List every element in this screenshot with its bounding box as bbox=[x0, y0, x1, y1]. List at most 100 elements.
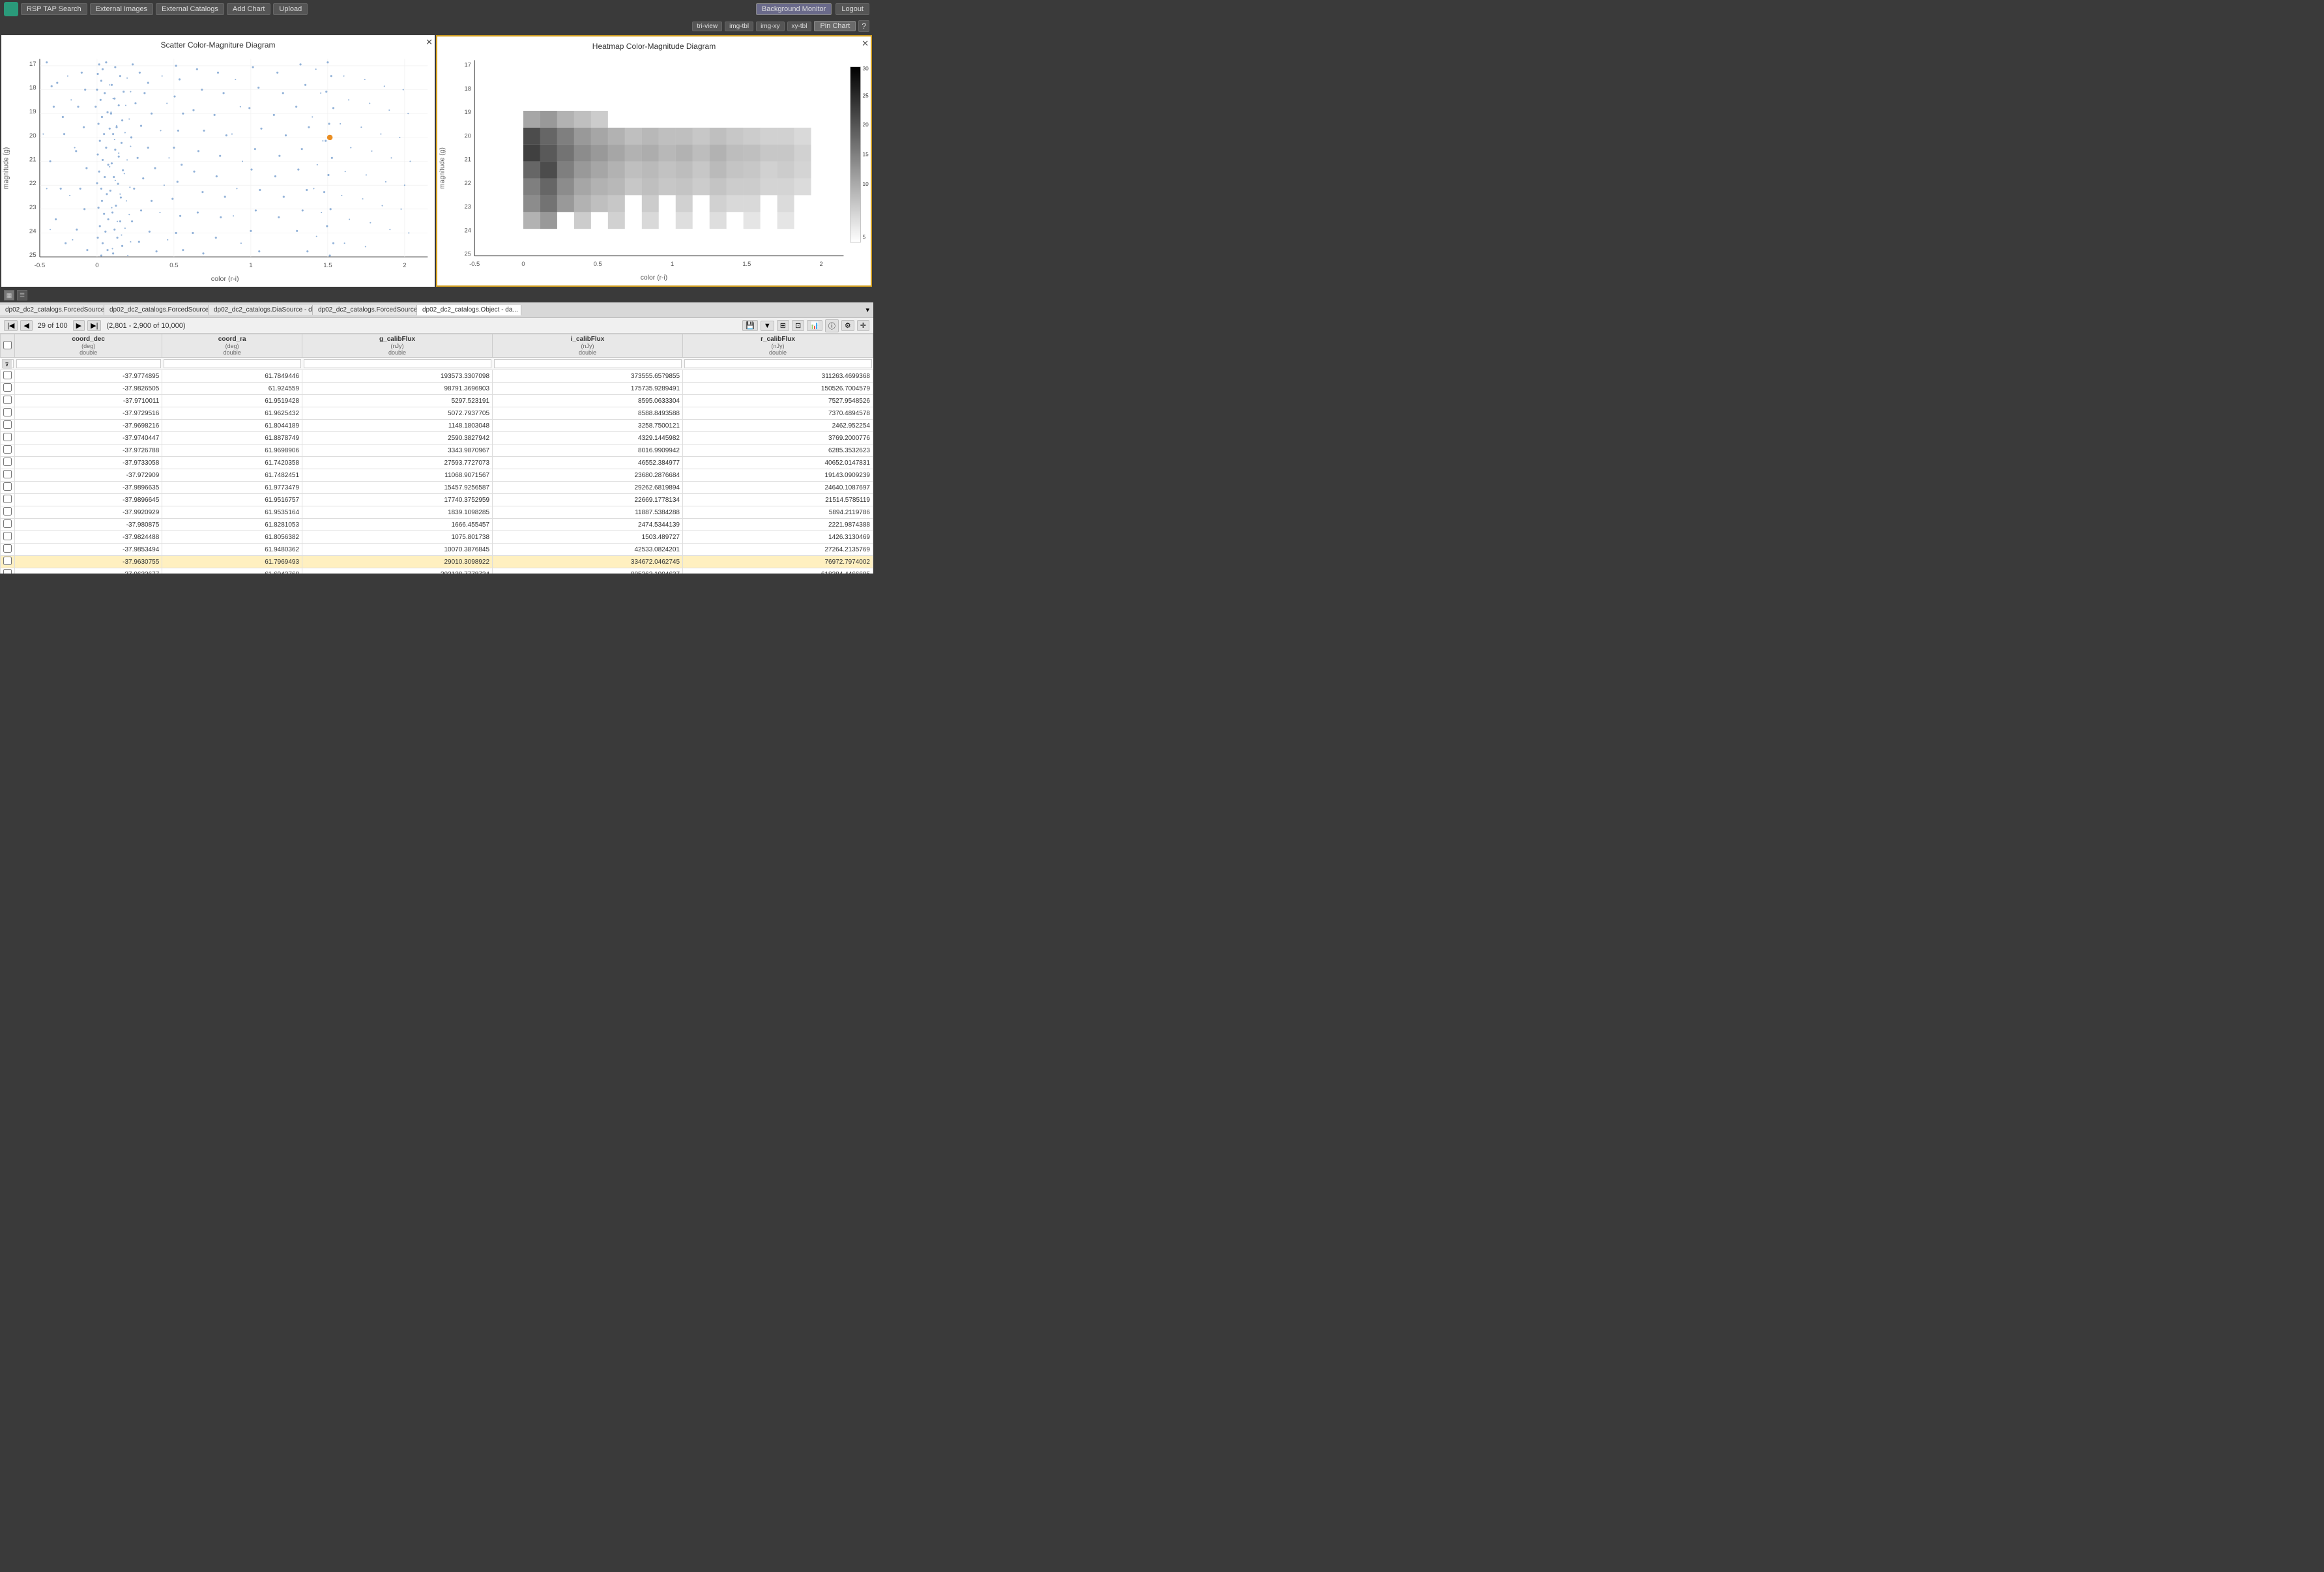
row-checkbox-cell[interactable] bbox=[1, 568, 15, 574]
background-monitor-button[interactable]: Background Monitor bbox=[756, 3, 832, 15]
row-checkbox-cell[interactable] bbox=[1, 506, 15, 519]
rsp-tap-search-button[interactable]: RSP TAP Search bbox=[21, 3, 87, 15]
row-checkbox-cell[interactable] bbox=[1, 457, 15, 469]
row-checkbox[interactable] bbox=[3, 383, 12, 392]
scatter-chart-close[interactable]: ✕ bbox=[426, 37, 433, 48]
svg-text:18: 18 bbox=[29, 85, 36, 92]
i-calibflux-cell: 373555.6579855 bbox=[493, 370, 683, 383]
scatter-chart-svg-wrap: magnitude (g) color (r-i) 17 18 19 20 21… bbox=[1, 52, 435, 284]
first-page-button[interactable]: |◀ bbox=[4, 320, 18, 331]
r-calibflux-cell: 5894.2119786 bbox=[683, 506, 873, 519]
row-checkbox[interactable] bbox=[3, 470, 12, 478]
row-checkbox[interactable] bbox=[3, 544, 12, 553]
logout-button[interactable]: Logout bbox=[835, 3, 869, 15]
row-checkbox[interactable] bbox=[3, 420, 12, 429]
tab-0[interactable]: dp02_dc2_catalogs.ForcedSourceOn... ✕ bbox=[0, 305, 104, 315]
i-calibflux-cell: 42533.0824201 bbox=[493, 544, 683, 556]
external-images-button[interactable]: External Images bbox=[90, 3, 153, 15]
row-checkbox-cell[interactable] bbox=[1, 383, 15, 395]
row-checkbox-cell[interactable] bbox=[1, 420, 15, 432]
r-calibflux-cell: 3769.2000776 bbox=[683, 432, 873, 444]
coord-dec-cell: -37.980875 bbox=[15, 519, 162, 531]
prev-page-button[interactable]: ◀ bbox=[20, 320, 32, 331]
row-checkbox[interactable] bbox=[3, 519, 12, 528]
coord-ra-header[interactable]: coord_ra (deg) double bbox=[162, 334, 302, 358]
row-checkbox-cell[interactable] bbox=[1, 531, 15, 544]
row-checkbox-cell[interactable] bbox=[1, 407, 15, 420]
list-icon[interactable]: ☰ bbox=[17, 290, 27, 300]
coord-ra-cell: 61.7420358 bbox=[162, 457, 302, 469]
last-page-button[interactable]: ▶| bbox=[87, 320, 101, 331]
add-chart-button[interactable]: Add Chart bbox=[227, 3, 271, 15]
row-checkbox[interactable] bbox=[3, 532, 12, 540]
next-page-button[interactable]: ▶ bbox=[73, 320, 85, 331]
img-tbl-button[interactable]: img-tbl bbox=[725, 22, 753, 31]
save-button[interactable]: 💾 bbox=[742, 320, 758, 331]
tab-2[interactable]: dp02_dc2_catalogs.DiaSource - dat... ✕ bbox=[209, 305, 313, 315]
expand-button[interactable]: ⊡ bbox=[792, 320, 804, 331]
info-button[interactable]: ⓘ bbox=[825, 319, 839, 332]
xy-tbl-button[interactable]: xy-tbl bbox=[787, 22, 812, 31]
filter-icon[interactable]: ⊽ bbox=[3, 360, 12, 369]
row-checkbox[interactable] bbox=[3, 569, 12, 574]
g-calibflux-cell: 98791.3696903 bbox=[302, 383, 493, 395]
coord-dec-type: double bbox=[18, 349, 159, 356]
crosshair-button[interactable]: ✛ bbox=[857, 320, 869, 331]
svg-text:30: 30 bbox=[863, 65, 869, 72]
i-calibflux-header[interactable]: i_calibFlux (nJy) double bbox=[493, 334, 683, 358]
external-catalogs-button[interactable]: External Catalogs bbox=[156, 3, 224, 15]
upload-button[interactable]: Upload bbox=[273, 3, 308, 15]
row-checkbox[interactable] bbox=[3, 445, 12, 454]
row-checkbox-cell[interactable] bbox=[1, 544, 15, 556]
tab-0-label: dp02_dc2_catalogs.ForcedSourceOn... bbox=[5, 306, 104, 313]
select-all-checkbox[interactable] bbox=[3, 341, 12, 349]
coord-ra-cell: 61.9519428 bbox=[162, 395, 302, 407]
svg-text:1: 1 bbox=[249, 262, 252, 269]
row-checkbox[interactable] bbox=[3, 482, 12, 491]
heatmap-chart-close[interactable]: ✕ bbox=[862, 38, 869, 49]
icons-row: ▦ ☰ bbox=[0, 288, 873, 302]
img-xy-button[interactable]: img-xy bbox=[756, 22, 784, 31]
row-checkbox-cell[interactable] bbox=[1, 482, 15, 494]
grid-icon[interactable]: ▦ bbox=[4, 290, 14, 300]
row-checkbox-cell[interactable] bbox=[1, 370, 15, 383]
row-checkbox-cell[interactable] bbox=[1, 444, 15, 457]
r-calibflux-label: r_calibFlux bbox=[761, 336, 795, 343]
coord-dec-header[interactable]: coord_dec (deg) double bbox=[15, 334, 162, 358]
row-checkbox[interactable] bbox=[3, 458, 12, 466]
tab-dropdown-button[interactable]: ▾ bbox=[862, 304, 873, 315]
row-checkbox-cell[interactable] bbox=[1, 432, 15, 444]
tab-4[interactable]: dp02_dc2_catalogs.Object - da... ✕ bbox=[417, 305, 521, 315]
svg-text:22: 22 bbox=[29, 180, 36, 187]
svg-text:-0.5: -0.5 bbox=[35, 262, 46, 269]
row-checkbox-cell[interactable] bbox=[1, 494, 15, 506]
row-checkbox-cell[interactable] bbox=[1, 556, 15, 568]
row-checkbox-cell[interactable] bbox=[1, 469, 15, 482]
g-calibflux-unit: (nJy) bbox=[305, 343, 489, 349]
row-checkbox[interactable] bbox=[3, 557, 12, 565]
row-checkbox-cell[interactable] bbox=[1, 395, 15, 407]
chart-button[interactable]: 📊 bbox=[807, 320, 822, 331]
row-checkbox[interactable] bbox=[3, 371, 12, 379]
columns-button[interactable]: ⊞ bbox=[777, 320, 789, 331]
r-calibflux-header[interactable]: r_calibFlux (nJy) double bbox=[683, 334, 873, 358]
pin-chart-button[interactable]: Pin Chart bbox=[814, 21, 856, 31]
row-checkbox[interactable] bbox=[3, 495, 12, 503]
g-calibflux-header[interactable]: g_calibFlux (nJy) double bbox=[302, 334, 493, 358]
svg-text:15: 15 bbox=[863, 151, 869, 157]
tab-1[interactable]: dp02_dc2_catalogs.ForcedSourceOn... ✕ bbox=[104, 305, 209, 315]
settings-button[interactable]: ⚙ bbox=[841, 320, 854, 331]
tab-3[interactable]: dp02_dc2_catalogs.ForcedSourceOn... ✕ bbox=[313, 305, 417, 315]
tri-view-button[interactable]: tri-view bbox=[692, 22, 722, 31]
row-checkbox[interactable] bbox=[3, 408, 12, 416]
help-icon-button[interactable]: ? bbox=[858, 20, 869, 32]
filter-button[interactable]: ▼ bbox=[761, 321, 774, 331]
row-checkbox[interactable] bbox=[3, 396, 12, 404]
row-checkbox[interactable] bbox=[3, 507, 12, 516]
row-checkbox[interactable] bbox=[3, 433, 12, 441]
g-calibflux-cell: 2590.3827942 bbox=[302, 432, 493, 444]
i-calibflux-cell: 4329.1445982 bbox=[493, 432, 683, 444]
row-checkbox-cell[interactable] bbox=[1, 519, 15, 531]
select-all-header[interactable] bbox=[1, 334, 15, 358]
coord-ra-cell: 61.8056382 bbox=[162, 531, 302, 544]
